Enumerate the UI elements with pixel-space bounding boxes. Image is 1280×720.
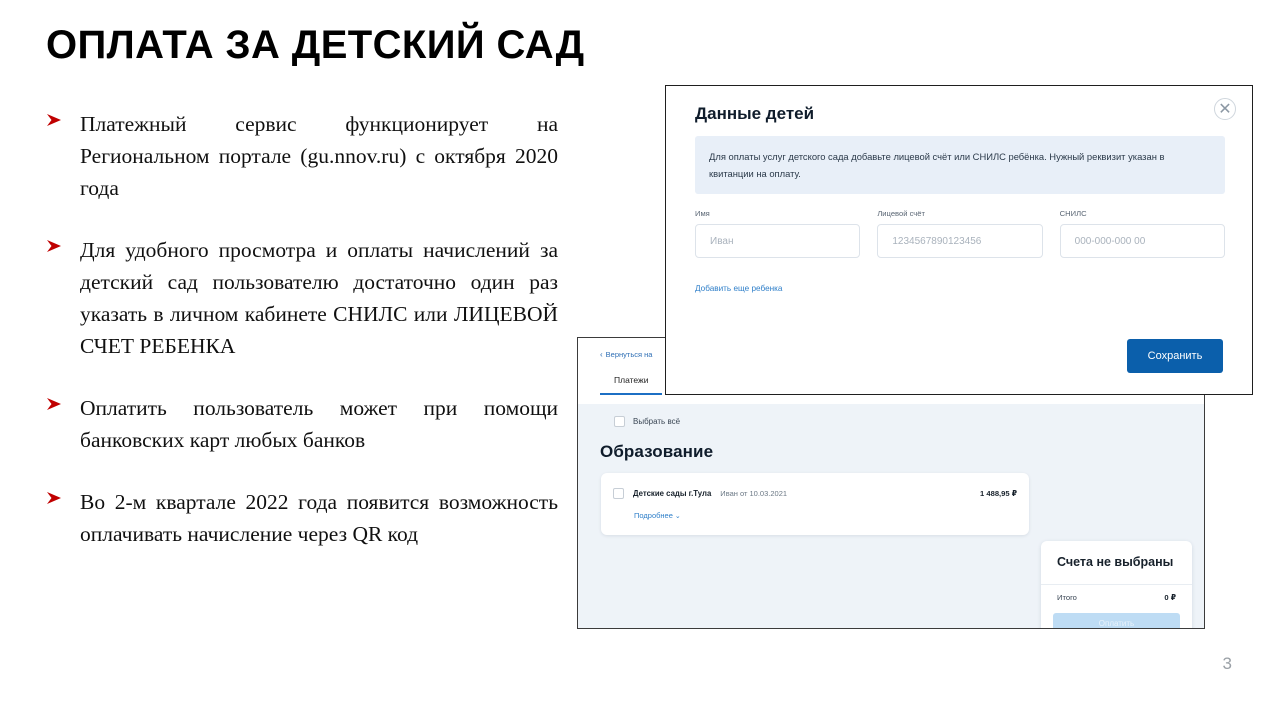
snils-input[interactable]: 000-000-000 00 xyxy=(1059,224,1225,258)
summary-total-value: 0 ₽ xyxy=(1164,593,1176,602)
field-label-snils: СНИЛС xyxy=(1059,209,1087,218)
bill-header-row: Детские сады г.Тула Иван от 10.03.2021 1… xyxy=(613,488,1017,499)
save-button[interactable]: Сохранить xyxy=(1127,339,1223,373)
bullet-list: Платежный сервис функционирует на Регион… xyxy=(46,108,558,550)
list-item: Платежный сервис функционирует на Регион… xyxy=(46,108,558,204)
list-item: Во 2-м квартале 2022 года появится возмо… xyxy=(46,486,558,550)
arrow-bullet-icon xyxy=(46,392,80,411)
summary-total-label: Итого xyxy=(1057,593,1077,602)
modal-info-note: Для оплаты услуг детского сада добавьте … xyxy=(695,136,1225,194)
arrow-bullet-icon xyxy=(46,234,80,253)
bullet-text: Для удобного просмотра и оплаты начислен… xyxy=(80,238,558,358)
bill-details-label: Подробнее xyxy=(634,511,673,520)
field-label-name: Имя xyxy=(695,209,710,218)
tab-payments[interactable]: Платежи xyxy=(600,375,663,395)
summary-total-row: Итого 0 ₽ xyxy=(1057,593,1176,602)
list-item: Для удобного просмотра и оплаты начислен… xyxy=(46,234,558,362)
arrow-bullet-icon xyxy=(46,108,80,127)
bullet-text: Платежный сервис функционирует на Регион… xyxy=(80,112,558,200)
field-account: Лицевой счёт 1234567890123456 xyxy=(877,209,1043,258)
app-content: Выбрать всё Образование Детские сады г.Т… xyxy=(578,404,1204,628)
bill-name: Детские сады г.Тула xyxy=(633,489,712,498)
select-all-row[interactable]: Выбрать всё xyxy=(614,416,680,427)
close-icon[interactable]: ✕ xyxy=(1214,98,1236,120)
select-all-checkbox[interactable] xyxy=(614,416,625,427)
page-title: ОПЛАТА ЗА ДЕТСКИЙ САД xyxy=(46,23,585,67)
modal-form-fields: Имя Иван Лицевой счёт 1234567890123456 С… xyxy=(695,209,1225,258)
chevron-left-icon: ‹ xyxy=(600,350,603,359)
section-heading-education: Образование xyxy=(600,442,714,461)
field-name: Имя Иван xyxy=(695,209,861,258)
chevron-down-icon: ⌄ xyxy=(674,513,681,520)
bullet-text: Во 2-м квартале 2022 года появится возмо… xyxy=(80,490,558,546)
modal-title: Данные детей xyxy=(695,104,815,123)
account-input[interactable]: 1234567890123456 xyxy=(877,224,1043,258)
children-data-modal: ✕ Данные детей Для оплаты услуг детского… xyxy=(665,85,1253,395)
slide-page-number: 3 xyxy=(1222,654,1232,673)
name-input[interactable]: Иван xyxy=(695,224,861,258)
divider xyxy=(1041,584,1192,585)
bill-card[interactable]: Детские сады г.Тула Иван от 10.03.2021 1… xyxy=(601,473,1029,535)
bill-checkbox[interactable] xyxy=(613,488,624,499)
back-link-label: Вернуться на xyxy=(605,350,653,359)
pay-button[interactable]: Оплатить xyxy=(1053,613,1180,628)
list-item: Оплатить пользователь может при помощи б… xyxy=(46,392,558,456)
bullet-text: Оплатить пользователь может при помощи б… xyxy=(80,396,558,452)
field-label-account: Лицевой счёт xyxy=(877,209,925,218)
arrow-bullet-icon xyxy=(46,486,80,505)
bill-amount: 1 488,95 ₽ xyxy=(980,489,1017,498)
bill-details-link[interactable]: Подробнее ⌄ xyxy=(634,511,681,520)
back-link[interactable]: ‹ Вернуться на xyxy=(600,350,652,359)
add-child-link[interactable]: Добавить еще ребенка xyxy=(695,284,783,293)
summary-card: Счета не выбраны Итого 0 ₽ Оплатить Нажи… xyxy=(1041,541,1192,628)
bill-subtitle: Иван от 10.03.2021 xyxy=(720,489,788,498)
select-all-label: Выбрать всё xyxy=(633,417,681,426)
field-snils: СНИЛС 000-000-000 00 xyxy=(1059,209,1225,258)
summary-title: Счета не выбраны xyxy=(1057,555,1174,569)
tab-bar: Платежи xyxy=(600,375,663,395)
